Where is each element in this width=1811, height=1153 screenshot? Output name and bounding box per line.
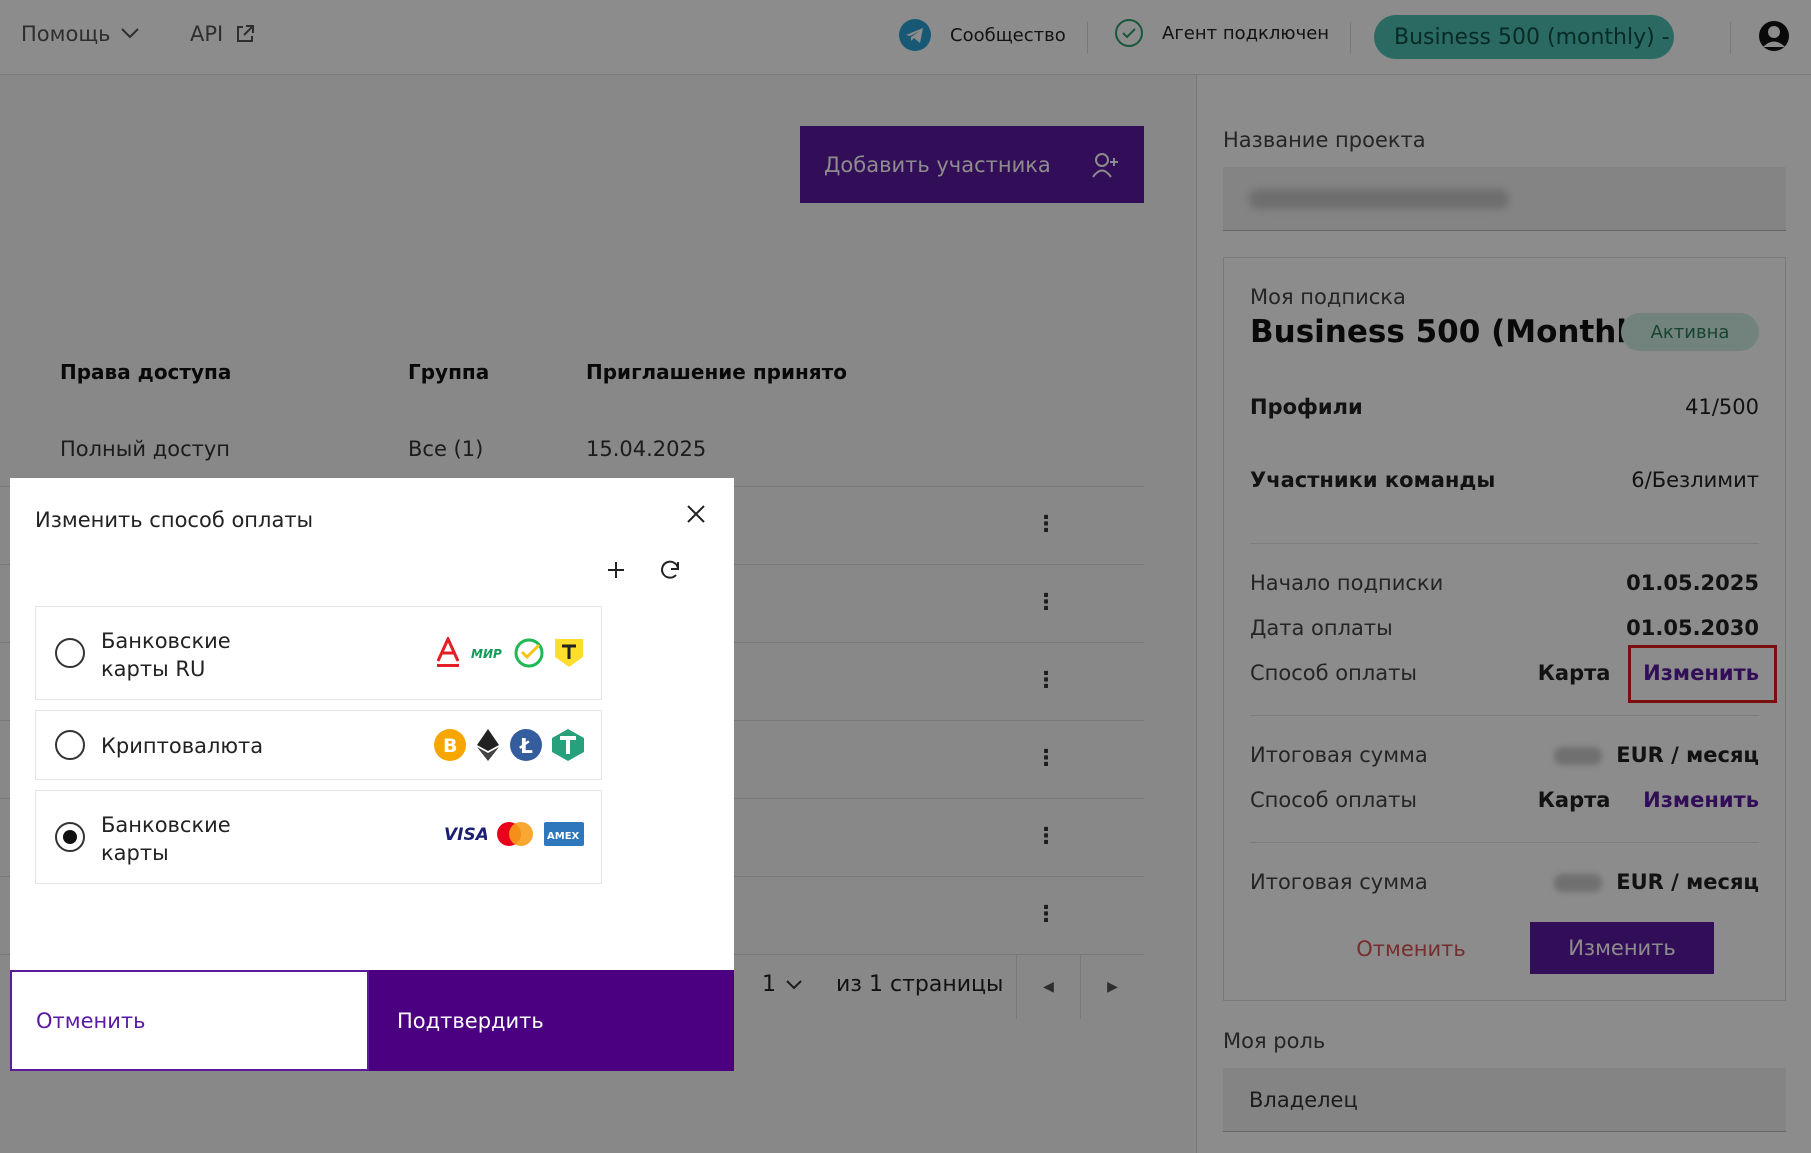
option-label: Банковские карты RU bbox=[101, 629, 231, 681]
option-label: Криптовалюта bbox=[101, 734, 264, 758]
payment-option-bank-cards-ru[interactable]: Банковские карты RU МИР bbox=[35, 606, 602, 700]
payment-option-bank-cards[interactable]: Банковские карты VISA AMEX bbox=[35, 790, 602, 884]
modal-title: Изменить способ оплаты bbox=[35, 508, 314, 532]
svg-text:МИР: МИР bbox=[471, 647, 502, 661]
option-icons: МИР bbox=[433, 637, 585, 669]
option-label: Банковские карты bbox=[101, 813, 231, 865]
close-button[interactable] bbox=[682, 500, 710, 528]
add-payment-method-button[interactable] bbox=[602, 556, 630, 584]
svg-text:VISA: VISA bbox=[444, 825, 487, 845]
option-icons: B Ł bbox=[433, 728, 585, 762]
payment-method-modal: Изменить способ оплаты Банковские карты … bbox=[10, 478, 734, 1071]
radio-button-selected[interactable] bbox=[55, 822, 85, 852]
svg-text:AMEX: AMEX bbox=[547, 831, 580, 842]
payment-option-crypto[interactable]: Криптовалюта B Ł bbox=[35, 710, 602, 780]
alfa-bank-icon bbox=[436, 637, 460, 667]
plus-icon bbox=[608, 562, 624, 578]
sber-icon bbox=[514, 638, 544, 668]
radio-button[interactable] bbox=[55, 638, 85, 668]
mastercard-icon bbox=[497, 822, 533, 846]
litecoin-icon: Ł bbox=[510, 729, 542, 761]
amex-icon: AMEX bbox=[544, 822, 584, 846]
tbank-icon bbox=[555, 639, 583, 667]
ethereum-icon bbox=[477, 729, 499, 761]
tether-icon bbox=[552, 729, 584, 761]
radio-button[interactable] bbox=[55, 730, 85, 760]
refresh-icon bbox=[661, 560, 679, 579]
mir-icon: МИР bbox=[471, 647, 502, 661]
svg-text:Ł: Ł bbox=[519, 734, 533, 758]
close-icon bbox=[687, 505, 705, 523]
modal-confirm-button[interactable]: Подтвердить bbox=[369, 970, 734, 1071]
refresh-button[interactable] bbox=[656, 556, 684, 584]
svg-text:B: B bbox=[443, 735, 457, 757]
visa-icon: VISA bbox=[444, 825, 487, 845]
option-icons: VISA AMEX bbox=[443, 821, 585, 847]
bitcoin-icon: B bbox=[434, 729, 466, 761]
modal-cancel-button[interactable]: Отменить bbox=[10, 970, 369, 1071]
